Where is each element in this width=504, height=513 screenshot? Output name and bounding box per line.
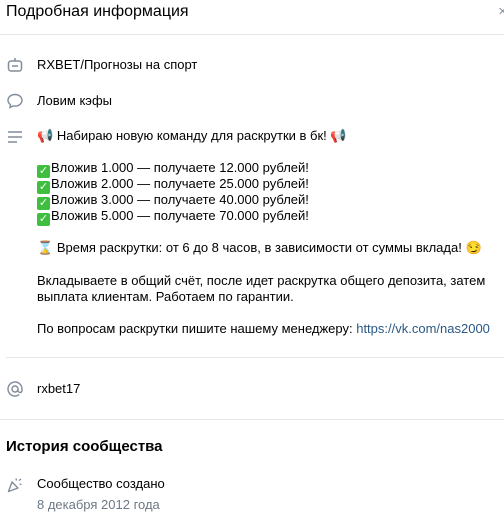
offer-text: Вложив 5.000 — получаете 70.000 рублей! — [51, 208, 309, 223]
megaphone-icon: 📢 — [330, 128, 347, 143]
divider — [0, 419, 504, 420]
divider — [6, 357, 504, 358]
megaphone-icon: 📢 — [37, 128, 54, 143]
check-icon: ✓ — [37, 213, 50, 226]
contact-line: По вопросам раскрутки пишите нашему мене… — [37, 321, 490, 337]
party-popper-icon — [7, 478, 22, 493]
process-line: Вкладываете в общий счёт, после идет рас… — [37, 273, 486, 288]
history-title: История сообщества — [6, 438, 163, 455]
hourglass-icon: ⌛ — [37, 240, 54, 255]
panel-header: Подробная информация × — [0, 0, 504, 35]
history-event-date: 8 декабря 2012 года — [37, 497, 160, 512]
time-text: Время раскрутки: от 6 до 8 часов, в зави… — [56, 240, 462, 255]
description-headline: 📢 Набираю новую команду для раскрутки в … — [37, 128, 347, 144]
process-line: выплата клиентам. Работаем по гарантии. — [37, 289, 294, 304]
time-line: ⌛ Время раскрутки: от 6 до 8 часов, в за… — [37, 240, 482, 256]
panel-title: Подробная информация — [6, 3, 189, 20]
at-sign-icon — [7, 381, 23, 397]
history-event-label: Сообщество создано — [37, 476, 165, 491]
bot-icon — [7, 58, 23, 72]
close-icon[interactable]: × — [498, 3, 504, 20]
text-lines-icon — [8, 131, 22, 143]
speech-bubble-icon — [7, 93, 23, 109]
community-status: Ловим кэфы — [37, 93, 112, 108]
offer-text: Вложив 2.000 — получаете 25.000 рублей! — [51, 176, 309, 191]
community-name: RXBET/Прогнозы на спорт — [37, 57, 198, 72]
smirk-icon: 😏 — [465, 240, 482, 255]
offer-line: ✓ Вложив 5.000 — получаете 70.000 рублей! — [37, 208, 309, 226]
headline-text: Набираю новую команду для раскрутки в бк… — [56, 128, 327, 143]
manager-link[interactable]: https://vk.com/nas2000 — [356, 321, 490, 336]
short-address[interactable]: rxbet17 — [37, 381, 80, 397]
contact-text: По вопросам раскрутки пишите нашему мене… — [37, 321, 357, 336]
offer-text: Вложив 3.000 — получаете 40.000 рублей! — [51, 192, 309, 207]
offer-text: Вложив 1.000 — получаете 12.000 рублей! — [51, 160, 309, 175]
